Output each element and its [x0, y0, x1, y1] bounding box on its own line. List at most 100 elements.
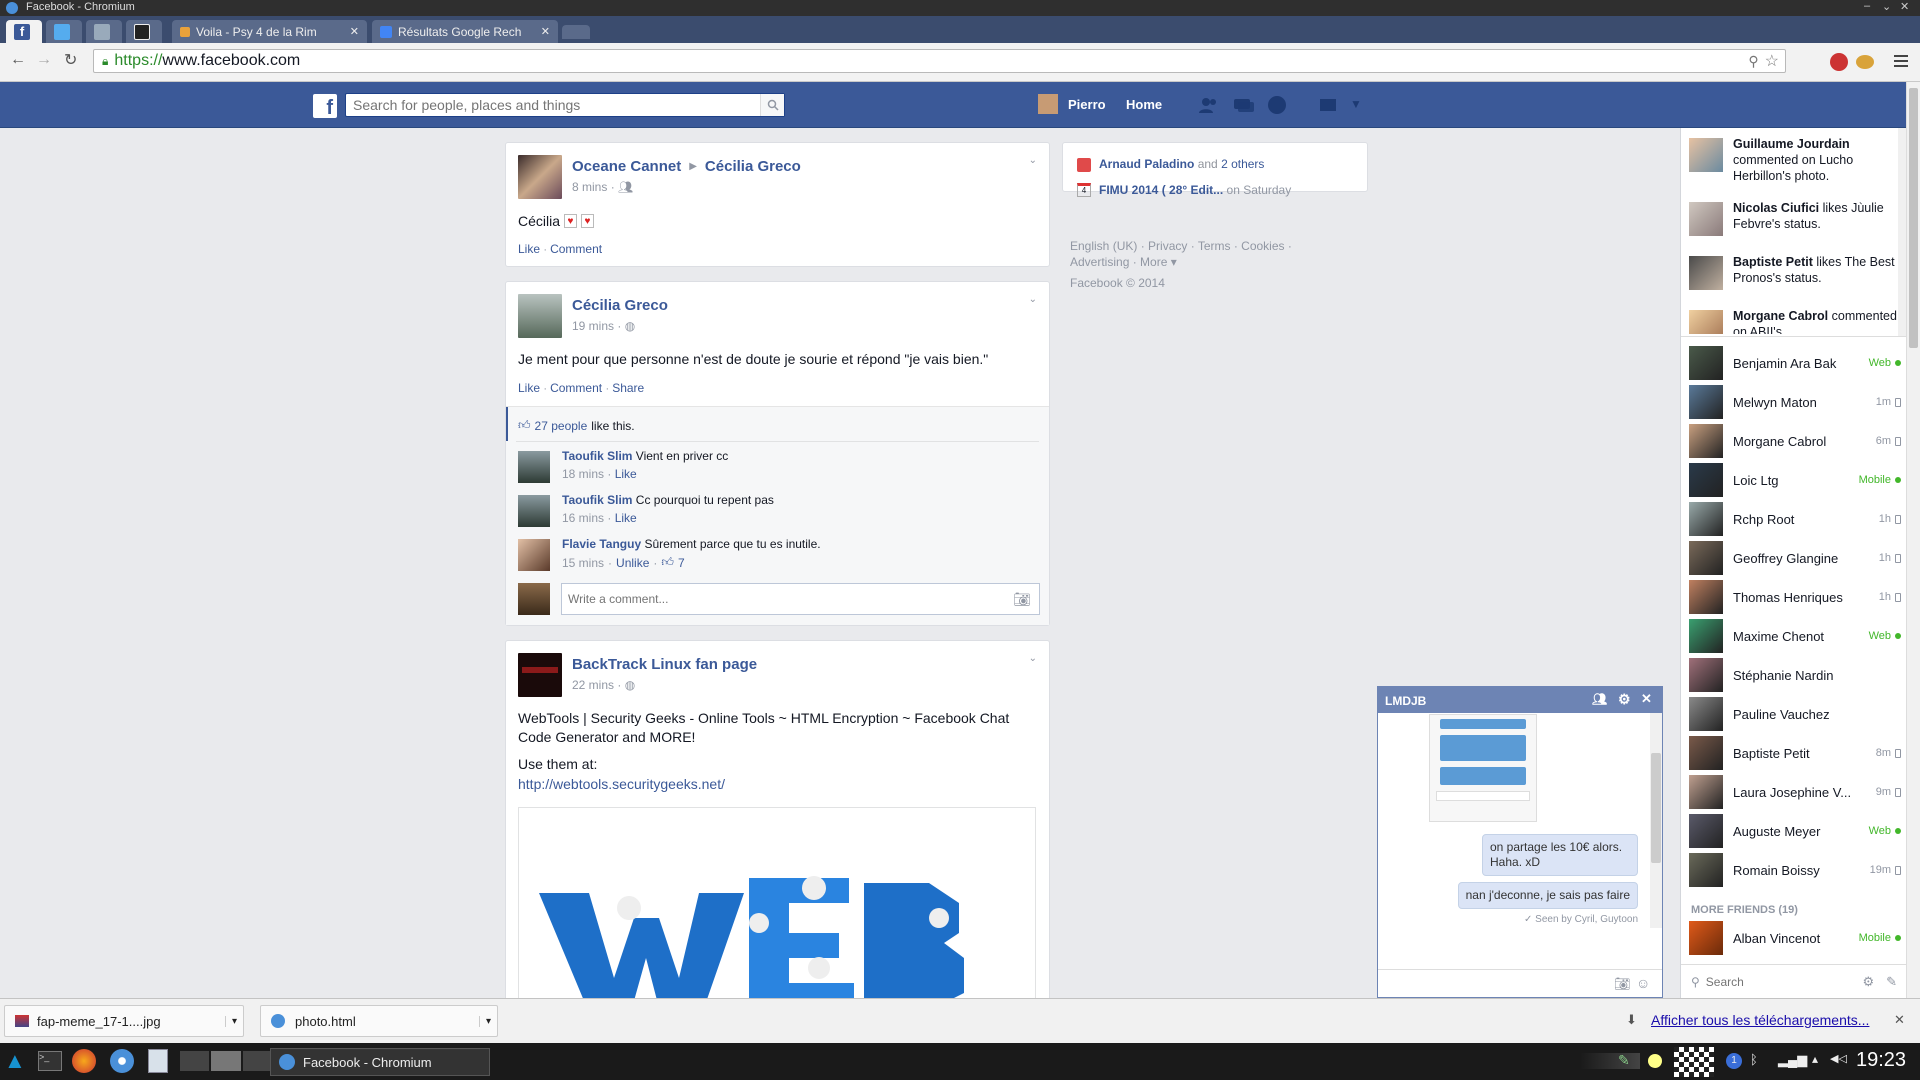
chromium-icon[interactable]	[110, 1049, 134, 1073]
post-author[interactable]: Cécilia Greco	[572, 297, 668, 314]
friend-row[interactable]: Benjamin Ara Bak Web	[1689, 346, 1901, 380]
chevron-down-icon[interactable]: ⌄	[1029, 155, 1037, 166]
close-icon[interactable]: ✕	[1894, 1012, 1905, 1028]
chat-scrollbar[interactable]	[1650, 713, 1662, 928]
privacy-icon[interactable]	[1320, 99, 1336, 111]
chevron-down-icon[interactable]: ⌄	[1029, 653, 1037, 664]
compose-icon[interactable]: ✎	[1886, 974, 1897, 990]
post-time[interactable]: 8 mins	[572, 180, 607, 194]
ticker-item[interactable]: Nicolas Ciufici likes Jùulie Febvre's st…	[1689, 200, 1901, 242]
night-mode-icon[interactable]	[1648, 1054, 1662, 1068]
notification-badge[interactable]: 1	[1726, 1053, 1742, 1069]
tab-skull[interactable]	[126, 20, 162, 43]
comment-link[interactable]: Comment	[550, 242, 602, 256]
bookmark-star-icon[interactable]: ☆	[1765, 51, 1779, 71]
friend-row[interactable]: Morgane Cabrol 6m	[1689, 424, 1901, 458]
comment-input[interactable]	[562, 592, 1014, 606]
extension-icon[interactable]	[1856, 55, 1874, 69]
comment-author[interactable]: Flavie Tanguy	[562, 537, 641, 551]
reload-icon[interactable]: ↻	[64, 50, 77, 70]
bluetooth-icon[interactable]: ᛒ	[1750, 1052, 1758, 1067]
ticker-scrollbar[interactable]	[1898, 128, 1906, 336]
avatar[interactable]	[518, 451, 550, 483]
globe-icon[interactable]	[1268, 96, 1286, 114]
friend-row[interactable]: Thomas Henriques 1h	[1689, 580, 1901, 614]
forward-icon[interactable]: →	[36, 51, 52, 69]
friend-requests-icon[interactable]	[1198, 97, 1220, 113]
comment-like-link[interactable]: Like	[615, 511, 637, 525]
like-link[interactable]: Like	[518, 242, 540, 256]
chevron-down-icon[interactable]: ▾	[478, 1015, 497, 1027]
likes-count-link[interactable]: 27 people	[535, 419, 588, 433]
volume-icon[interactable]: ◀◁	[1830, 1052, 1847, 1065]
event-name[interactable]: FIMU 2014 ( 28° Edit...	[1099, 183, 1223, 197]
friend-row[interactable]: Rchp Root 1h	[1689, 502, 1901, 536]
clock[interactable]: 19:23	[1856, 1049, 1906, 1072]
battery-icon[interactable]: ▴	[1812, 1052, 1818, 1066]
download-item[interactable]: fap-meme_17-1....jpg ▾	[4, 1005, 244, 1037]
tab-twitter[interactable]	[46, 20, 82, 43]
post-author[interactable]: BackTrack Linux fan page	[572, 656, 757, 673]
signal-icon[interactable]: ▂▄▆	[1778, 1052, 1807, 1068]
zoom-icon[interactable]: ⚲	[1748, 53, 1758, 70]
friend-row[interactable]: Melwyn Maton 1m	[1689, 385, 1901, 419]
menu-icon[interactable]	[1894, 54, 1908, 68]
friend-row[interactable]: Baptiste Petit 8m	[1689, 736, 1901, 770]
ticker-item[interactable]: Guillaume Jourdain commented on Lucho He…	[1689, 136, 1901, 190]
comment-like-link[interactable]: Like	[615, 467, 637, 481]
emoji-icon[interactable]: ☺	[1636, 975, 1650, 991]
post-time[interactable]: 19 mins	[572, 319, 614, 333]
friend-row[interactable]: Alban Vincenot Mobile	[1689, 921, 1901, 955]
search-icon[interactable]	[760, 94, 784, 116]
shared-image[interactable]	[1429, 714, 1537, 822]
friend-row[interactable]: Stéphanie Nardin	[1689, 658, 1901, 692]
page-scrollbar[interactable]	[1906, 82, 1920, 998]
sidebar-search-input[interactable]	[1705, 974, 1836, 989]
comment-author[interactable]: Taoufik Slim	[562, 449, 632, 463]
comment-author[interactable]: Taoufik Slim	[562, 493, 632, 507]
avatar[interactable]	[1038, 94, 1058, 114]
pen-icon[interactable]: ✎	[1618, 1052, 1630, 1069]
gear-icon[interactable]: ⚙	[1862, 974, 1874, 990]
comment-time[interactable]: 15 mins	[562, 556, 604, 570]
tab-google[interactable]: Résultats Google Rech ✕	[372, 20, 558, 43]
home-link[interactable]: Home	[1126, 97, 1162, 112]
close-icon[interactable]: ✕	[1641, 691, 1652, 707]
maximize-icon[interactable]: ⌄	[1882, 0, 1891, 13]
birthday-name[interactable]: Arnaud Paladino	[1099, 157, 1194, 171]
share-link[interactable]: Share	[612, 381, 644, 395]
post-time[interactable]: 22 mins	[572, 678, 614, 692]
comment-link[interactable]: Comment	[550, 381, 602, 395]
friend-row[interactable]: Romain Boissy 19m	[1689, 853, 1901, 887]
profile-link[interactable]: Pierro	[1068, 97, 1106, 112]
friend-row[interactable]: Pauline Vauchez	[1689, 697, 1901, 731]
chevron-down-icon[interactable]: ▼	[1350, 97, 1362, 111]
gear-icon[interactable]: ⚙	[1618, 691, 1631, 708]
post-target[interactable]: Cécilia Greco	[705, 158, 801, 175]
close-tab-icon[interactable]: ✕	[541, 25, 550, 38]
tab-app[interactable]	[86, 20, 122, 43]
facebook-logo-icon[interactable]: f	[313, 94, 337, 119]
chat-header[interactable]: LMDJB 👥︎ ⚙ ✕	[1378, 687, 1662, 713]
comment-unlike-link[interactable]: Unlike	[616, 556, 649, 570]
firefox-icon[interactable]	[72, 1049, 96, 1073]
back-icon[interactable]: ←	[10, 51, 26, 69]
close-tab-icon[interactable]: ✕	[350, 25, 359, 38]
footer-link-language[interactable]: English (UK)	[1070, 239, 1137, 253]
footer-link-terms[interactable]: Terms	[1198, 239, 1231, 253]
avatar[interactable]	[518, 653, 562, 697]
footer-link-more[interactable]: More	[1140, 255, 1167, 269]
tab-voila[interactable]: Voila - Psy 4 de la Rim ✕	[172, 20, 367, 43]
friend-row[interactable]: Auguste Meyer Web	[1689, 814, 1901, 848]
friend-row[interactable]: Laura Josephine V... 9m	[1689, 775, 1901, 809]
ticker-item[interactable]: Morgane Cabrol commented on ABII's	[1689, 308, 1901, 334]
footer-link-cookies[interactable]: Cookies	[1241, 239, 1284, 253]
adblock-icon[interactable]	[1830, 53, 1848, 71]
chevron-down-icon[interactable]: ▾	[224, 1015, 243, 1027]
close-window-icon[interactable]: ✕	[1900, 0, 1909, 13]
terminal-icon[interactable]: >_	[38, 1051, 62, 1071]
qr-icon[interactable]	[1674, 1047, 1714, 1077]
avatar[interactable]	[518, 294, 562, 338]
chat-title[interactable]: LMDJB	[1385, 694, 1426, 708]
file-manager-icon[interactable]	[148, 1049, 168, 1073]
